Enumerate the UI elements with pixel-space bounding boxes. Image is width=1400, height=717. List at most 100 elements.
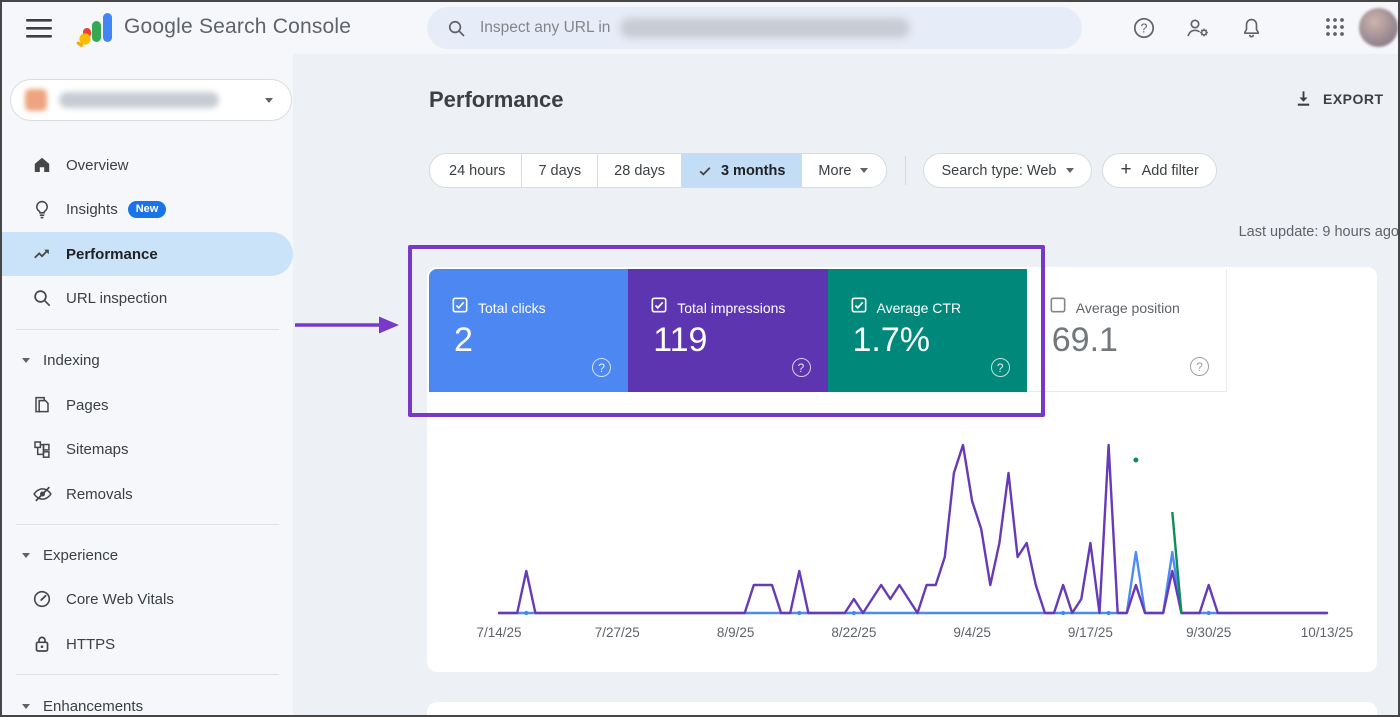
metric-tile-total-clicks[interactable]: Total clicks 2 ?: [429, 269, 629, 392]
sidebar: Overview Insights New Performance URL in…: [2, 54, 293, 715]
menu-icon[interactable]: [26, 17, 53, 45]
checkbox-icon[interactable]: [851, 297, 867, 318]
metric-value: 1.7%: [852, 321, 931, 359]
pages-icon: [32, 395, 53, 415]
help-icon[interactable]: ?: [791, 358, 811, 377]
metric-tile-average-position[interactable]: Average position 69.1 ?: [1026, 269, 1227, 392]
sidebar-section-experience[interactable]: Experience: [2, 537, 293, 573]
tab-3-months[interactable]: 3 months: [680, 153, 803, 188]
metric-tiles: Total clicks 2 ? Total impressions 119 ?…: [429, 269, 1227, 392]
home-icon: [32, 155, 53, 175]
svg-text:7/14/25: 7/14/25: [476, 625, 521, 640]
chevron-down-icon: [22, 703, 30, 709]
app-window: Google Search Console Inspect any URL in…: [0, 0, 1400, 717]
tab-28-days[interactable]: 28 days: [597, 153, 682, 188]
question-glyph: ?: [1141, 21, 1148, 35]
blurred-property-name: [59, 92, 219, 108]
help-icon[interactable]: ?: [1190, 357, 1209, 376]
google-apps-grid-icon[interactable]: [1324, 16, 1346, 38]
svg-text:9/17/25: 9/17/25: [1068, 625, 1113, 640]
chevron-down-icon: [22, 552, 30, 558]
question-glyph: ?: [598, 360, 606, 375]
manage-users-icon[interactable]: [1185, 16, 1211, 40]
notifications-bell-icon[interactable]: [1240, 16, 1263, 40]
magnifier-icon: [32, 288, 53, 308]
tab-label: 28 days: [614, 162, 665, 179]
chevron-down-icon: [1066, 168, 1075, 173]
export-button[interactable]: EXPORT: [1294, 89, 1384, 108]
tab-label: 7 days: [538, 162, 582, 179]
divider: [16, 329, 279, 330]
metric-tile-average-ctr[interactable]: Average CTR 1.7% ?: [827, 269, 1027, 392]
sidebar-section-indexing[interactable]: Indexing: [2, 342, 293, 378]
trending-up-icon: [32, 244, 53, 264]
tab-7-days[interactable]: 7 days: [521, 153, 599, 188]
sidebar-item-https[interactable]: HTTPS: [2, 622, 293, 666]
performance-chart[interactable]: 7/14/25 7/27/25 8/9/25 8/22/25 9/4/25 9/17/25…: [427, 422, 1377, 662]
url-inspect-search-input[interactable]: Inspect any URL in: [427, 7, 1082, 49]
sitemap-icon: [32, 439, 53, 459]
chevron-down-icon: [265, 97, 273, 103]
checkbox-icon[interactable]: [651, 297, 667, 318]
filter-bar: 24 hours 7 days 28 days 3 months More Se…: [429, 153, 1217, 188]
svg-text:7/27/25: 7/27/25: [595, 625, 640, 640]
speedometer-icon: [32, 589, 53, 609]
checkbox-icon[interactable]: [452, 297, 468, 318]
sidebar-item-sitemaps[interactable]: Sitemaps: [2, 427, 293, 471]
section-label: Enhancements: [43, 697, 144, 715]
question-glyph: ?: [797, 360, 805, 375]
section-label: Indexing: [43, 351, 100, 369]
tab-more[interactable]: More: [801, 153, 888, 188]
sidebar-item-removals[interactable]: Removals: [2, 472, 293, 516]
sidebar-item-label: Overview: [66, 156, 129, 174]
search-placeholder: Inspect any URL in: [480, 19, 611, 36]
sidebar-item-label: Insights: [66, 200, 118, 218]
help-icon[interactable]: ?: [592, 358, 612, 377]
lightbulb-icon: [32, 199, 53, 220]
app-title: Google Search Console: [124, 15, 352, 38]
question-glyph: ?: [996, 360, 1004, 375]
search-type-label: Search type: Web: [941, 162, 1057, 179]
sidebar-item-url-inspection[interactable]: URL inspection: [2, 276, 293, 320]
eye-off-icon: [32, 484, 53, 504]
metric-label: Average CTR: [876, 299, 962, 316]
account-avatar[interactable]: [1359, 8, 1398, 47]
divider: [16, 524, 279, 525]
metric-tile-total-impressions[interactable]: Total impressions 119 ?: [628, 269, 828, 392]
top-app-bar: Google Search Console Inspect any URL in…: [2, 2, 1398, 54]
divider: [16, 674, 279, 675]
sidebar-item-label: HTTPS: [66, 635, 116, 653]
metric-value: 119: [653, 321, 708, 359]
lock-icon: [32, 634, 53, 654]
search-type-filter-button[interactable]: Search type: Web: [923, 153, 1093, 188]
sidebar-item-insights[interactable]: Insights New: [2, 187, 293, 231]
search-icon: [447, 19, 466, 38]
page-title: Performance: [429, 87, 564, 112]
checkbox-icon[interactable]: [1050, 297, 1066, 318]
divider: [905, 156, 907, 185]
add-filter-button[interactable]: + Add filter: [1102, 153, 1217, 188]
sidebar-item-label: Sitemaps: [66, 440, 129, 458]
tab-24-hours[interactable]: 24 hours: [429, 153, 523, 188]
metric-value: 2: [454, 321, 473, 359]
sidebar-item-core-web-vitals[interactable]: Core Web Vitals: [2, 577, 293, 621]
sidebar-section-enhancements[interactable]: Enhancements: [2, 688, 293, 715]
add-filter-label: Add filter: [1141, 162, 1199, 179]
sidebar-item-label: URL inspection: [66, 289, 168, 307]
question-glyph: ?: [1196, 359, 1203, 374]
svg-text:8/9/25: 8/9/25: [717, 625, 755, 640]
metric-label: Total impressions: [677, 299, 786, 316]
help-icon[interactable]: ?: [990, 358, 1010, 377]
last-update-text: Last update: 9 hours ago: [1238, 224, 1399, 240]
sidebar-item-pages[interactable]: Pages: [2, 383, 293, 427]
sidebar-item-label: Pages: [66, 396, 109, 414]
svg-text:9/30/25: 9/30/25: [1186, 625, 1231, 640]
sidebar-item-performance[interactable]: Performance: [2, 232, 293, 276]
help-icon[interactable]: ?: [1132, 16, 1156, 40]
sidebar-item-label: Performance: [66, 245, 158, 263]
metric-label: Total clicks: [478, 299, 546, 316]
svg-text:10/13/25: 10/13/25: [1301, 625, 1354, 640]
sidebar-item-overview[interactable]: Overview: [2, 143, 293, 187]
property-selector[interactable]: [10, 79, 292, 121]
blurred-property-domain: [620, 18, 911, 38]
